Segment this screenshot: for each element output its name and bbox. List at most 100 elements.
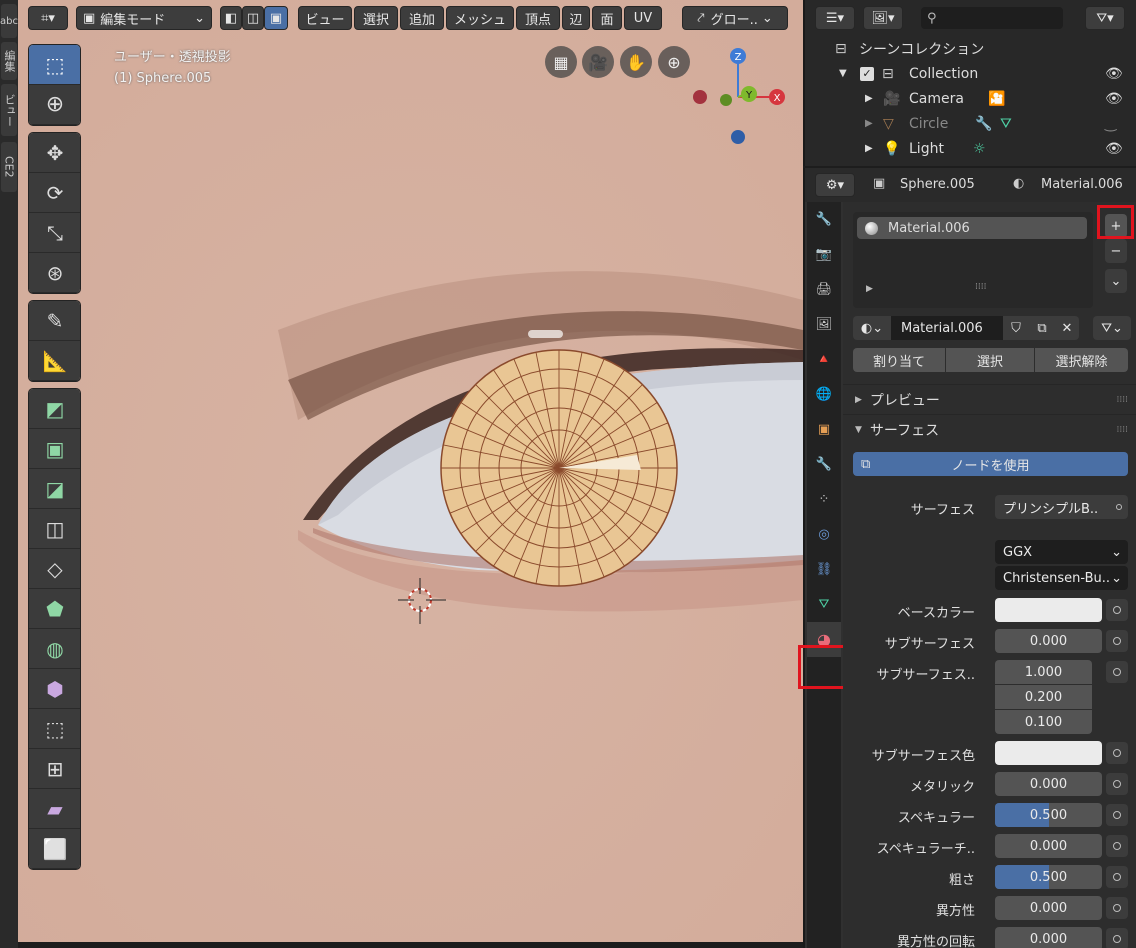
subsurface-field[interactable]: 0.000 [995, 629, 1102, 653]
specular-tint-link-button[interactable] [1106, 835, 1128, 857]
tab-data[interactable]: ⛛ [807, 587, 841, 622]
fake-user-button[interactable]: ⛉ [1003, 316, 1029, 340]
scale-tool[interactable]: ⤡ [29, 213, 80, 253]
subsurface-method-select[interactable]: Christensen-Bu.. ⌄ [995, 566, 1128, 590]
anisotropic-field[interactable]: 0.000 [995, 896, 1102, 920]
outliner-editor-type[interactable]: ☰▾ [815, 6, 855, 30]
use-nodes-button[interactable]: ⧉ ノードを使用 [853, 452, 1128, 476]
rip-region-tool[interactable]: ⬜ [29, 829, 80, 869]
neg-y-handle[interactable] [720, 94, 732, 106]
menu-vertex[interactable]: 頂点 [516, 6, 560, 30]
subsurface-link-button[interactable] [1106, 630, 1128, 652]
base-color-field[interactable] [995, 598, 1102, 622]
camera-view-button[interactable]: 🎥 [582, 46, 614, 78]
pan-button[interactable]: ✋ [620, 46, 652, 78]
menu-add[interactable]: 追加 [400, 6, 444, 30]
eye-closed-icon[interactable]: ‿ [1105, 116, 1116, 132]
deselect-button[interactable]: 選択解除 [1035, 348, 1128, 372]
shear-tool[interactable]: ▰ [29, 789, 80, 829]
surface-shader-select[interactable]: プリンシプルB.. [995, 495, 1128, 519]
subsurface-color-field[interactable] [995, 741, 1102, 765]
outliner-row-camera[interactable]: ▶ 🎥 Camera 🎦 👁 [805, 86, 1136, 111]
menu-face[interactable]: 面 [592, 6, 622, 30]
duplicate-material-button[interactable]: ⧉ [1029, 316, 1055, 340]
roughness-slider[interactable]: 0.500 [995, 865, 1102, 889]
edge-select-button[interactable]: ◫ [242, 6, 264, 30]
3d-viewport[interactable]: ⌗▾ ▣ 編集モード ⌄ ◧ ◫ ▣ ビュー 選択 追加 メッシュ 頂点 辺 面… [18, 0, 803, 942]
drag-handle-icon[interactable]: ⁞⁞⁞⁞ [1117, 395, 1128, 405]
tab-view-layer[interactable]: 🖼 [807, 307, 841, 342]
tab-scene[interactable]: 🔺 [807, 342, 841, 377]
subsurface-radius-x-field[interactable]: 1.000 [995, 660, 1092, 684]
bevel-tool[interactable]: ◪ [29, 469, 80, 509]
tab-physics[interactable]: ◎ [807, 517, 841, 552]
tab-constraints[interactable]: ⛓ [807, 552, 841, 587]
tab-edit[interactable]: 編集 [1, 42, 17, 80]
outliner-row-collection[interactable]: ▼ ✓ ⊟ Collection 👁 [805, 61, 1136, 86]
roughness-link-button[interactable] [1106, 866, 1128, 888]
transform-orientation-select[interactable]: ⤤ グロー.. ⌄ [682, 6, 788, 30]
specular-tint-field[interactable]: 0.000 [995, 834, 1102, 858]
tab-view[interactable]: ビュー [1, 84, 17, 136]
smooth-tool[interactable]: ⬢ [29, 669, 80, 709]
subsurface-color-link-button[interactable] [1106, 742, 1128, 764]
loop-cut-tool[interactable]: ◫ [29, 509, 80, 549]
menu-mesh[interactable]: メッシュ [446, 6, 514, 30]
tab-object[interactable]: ▣ [807, 412, 841, 447]
link-mode-select[interactable]: ⛛⌄ [1093, 316, 1131, 340]
vertex-select-button[interactable]: ◧ [220, 6, 242, 30]
shrink-fatten-tool[interactable]: ⊞ [29, 749, 80, 789]
knife-tool[interactable]: ◇ [29, 549, 80, 589]
material-slot-list[interactable]: Material.006 ▶ ⁞⁞⁞⁞ [853, 212, 1093, 308]
base-color-link-button[interactable] [1106, 599, 1128, 621]
subsurface-radius-y-field[interactable]: 0.200 [995, 685, 1092, 709]
subsurface-radius-link-button[interactable] [1106, 661, 1128, 683]
tab-render[interactable]: 📷 [807, 237, 841, 272]
tab-tool[interactable]: 🔧 [807, 202, 841, 237]
grid-view-button[interactable]: ▦ [545, 46, 577, 78]
unlink-material-button[interactable]: ✕ [1055, 316, 1079, 340]
navigation-gizmo[interactable]: Z X Y [683, 42, 803, 152]
anisotropic-rotation-link-button[interactable] [1106, 928, 1128, 948]
panel-preview-header[interactable]: ▶ プレビュー ⁞⁞⁞⁞ [843, 384, 1136, 414]
browse-material-button[interactable]: ◐⌄ [853, 316, 891, 340]
outliner-row-circle[interactable]: ▶ ▽ Circle 🔧 ⛛ ‿ [805, 111, 1136, 136]
menu-edge[interactable]: 辺 [562, 6, 590, 30]
filter-button[interactable]: ⛛▾ [1085, 6, 1125, 30]
assign-button[interactable]: 割り当て [853, 348, 945, 372]
extrude-tool[interactable]: ◩ [29, 389, 80, 429]
face-select-button[interactable]: ▣ [264, 6, 288, 30]
tab-ce2[interactable]: CE2 [1, 142, 17, 192]
tab-particles[interactable]: ⁘ [807, 482, 841, 517]
specular-slider[interactable]: 0.500 [995, 803, 1102, 827]
eye-icon[interactable]: 👁 [1105, 141, 1123, 157]
metallic-link-button[interactable] [1106, 773, 1128, 795]
iris-mesh[interactable] [440, 349, 678, 587]
outliner-row-light[interactable]: ▶ 💡 Light ☼ 👁 [805, 136, 1136, 161]
outliner-search-input[interactable]: ⚲ [921, 7, 1063, 29]
transform-tool[interactable]: ⊛ [29, 253, 80, 293]
checkbox-icon[interactable]: ✓ [860, 66, 874, 81]
anisotropic-rotation-field[interactable]: 0.000 [995, 927, 1102, 948]
inset-tool[interactable]: ▣ [29, 429, 80, 469]
distribution-select[interactable]: GGX ⌄ [995, 540, 1128, 564]
subsurface-radius-z-field[interactable]: 0.100 [995, 710, 1092, 734]
scene-collection-row[interactable]: ⊟ シーンコレクション [805, 36, 1136, 61]
specular-link-button[interactable] [1106, 804, 1128, 826]
anisotropic-link-button[interactable] [1106, 897, 1128, 919]
menu-view[interactable]: ビュー [298, 6, 352, 30]
rotate-tool[interactable]: ⟳ [29, 173, 80, 213]
neg-z-handle[interactable] [731, 130, 745, 144]
spin-tool[interactable]: ◍ [29, 629, 80, 669]
properties-editor-type[interactable]: ⚙▾ [815, 173, 855, 197]
menu-select[interactable]: 選択 [354, 6, 398, 30]
editor-type-button[interactable]: ⌗▾ [28, 6, 68, 30]
material-name-field[interactable]: Material.006 [891, 316, 1003, 340]
neg-x-handle[interactable] [693, 90, 707, 104]
tab-output[interactable]: 🖨 [807, 272, 841, 307]
select-box-tool[interactable]: ⬚ [29, 45, 80, 85]
drag-handle-icon[interactable]: ⁞⁞⁞⁞ [1117, 425, 1128, 435]
menu-uv[interactable]: UV [624, 6, 662, 30]
material-slot-item[interactable]: Material.006 [857, 217, 1087, 239]
poly-build-tool[interactable]: ⬟ [29, 589, 80, 629]
